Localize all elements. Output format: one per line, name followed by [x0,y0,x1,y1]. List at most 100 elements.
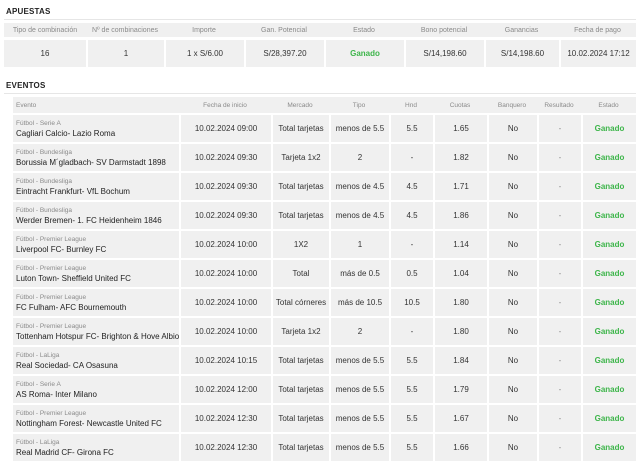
header-fecha-inicio: Fecha de inicio [203,101,247,109]
event-league: Fútbol - Bundesliga [16,206,73,214]
cell-mercado: Total tarjetas [271,347,329,374]
cell-hnd: 4.5 [389,173,433,200]
table-row: Fútbol - Premier League Nottingham Fores… [13,405,636,432]
cell-banquero: No [487,173,537,200]
table-row: Fútbol - Bundesliga Werder Bremen- 1. FC… [13,202,636,229]
cell-hnd: 5.5 [389,434,433,461]
cell-fecha-inicio: 10.02.2024 12:30 [179,434,271,461]
cell-cuota: 1.67 [433,405,487,432]
cell-tipo: más de 10.5 [329,289,389,316]
table-row: Fútbol - LaLiga Real Madrid CF- Girona F… [13,434,636,461]
cell-cuota: 1.71 [433,173,487,200]
cell-cuota: 1.66 [433,434,487,461]
header-tipo: Tipo [352,101,366,109]
cell-fecha-inicio: 10.02.2024 10:00 [179,260,271,287]
event-teams: Nottingham Forest- Newcastle United FC [16,418,162,428]
cell-cuota: 1.14 [433,231,487,258]
cell-cuota: 1.79 [433,376,487,403]
table-row: Fútbol - Premier League Tottenham Hotspu… [13,318,636,345]
cell-num-combinaciones: 1 [86,40,164,67]
cell-estado-badge: Ganado [324,40,404,67]
cell-mercado: Total [271,260,329,287]
cell-estado-badge: Ganado [581,144,636,171]
cell-evento: Fútbol - Premier League FC Fulham- AFC B… [13,289,179,316]
eventos-body: Fútbol - Serie A Cagliari Calcio- Lazio … [13,115,636,461]
cell-mercado: Total tarjetas [271,115,329,142]
event-teams: Werder Bremen- 1. FC Heidenheim 1846 [16,215,162,225]
table-row: Fútbol - Premier League FC Fulham- AFC B… [13,289,636,316]
cell-fecha-inicio: 10.02.2024 10:00 [179,289,271,316]
cell-fecha-inicio: 10.02.2024 09:00 [179,115,271,142]
header-num-combinaciones: Nº de combinaciones [92,26,158,34]
table-row: Fútbol - Premier League Luton Town- Shef… [13,260,636,287]
cell-tipo: 2 [329,318,389,345]
cell-bono-potencial: S/14,198.60 [404,40,484,67]
cell-fecha-inicio: 10.02.2024 09:30 [179,173,271,200]
cell-hnd: 10.5 [389,289,433,316]
header-evento: Evento [16,101,37,109]
cell-resultado: - [537,202,581,229]
cell-estado-badge: Ganado [581,376,636,403]
cell-evento: Fútbol - LaLiga Real Madrid CF- Girona F… [13,434,179,461]
event-league: Fútbol - LaLiga [16,438,60,446]
cell-cuota: 1.84 [433,347,487,374]
cell-mercado: Total tarjetas [271,376,329,403]
event-teams: Luton Town- Sheffield United FC [16,273,131,283]
header-bono-potencial: Bono potencial [420,26,468,34]
cell-mercado: Total tarjetas [271,434,329,461]
apuestas-divider [4,19,636,20]
cell-evento: Fútbol - Premier League Nottingham Fores… [13,405,179,432]
cell-mercado: Total tarjetas [271,173,329,200]
cell-evento: Fútbol - Premier League Tottenham Hotspu… [13,318,179,345]
cell-tipo: menos de 5.5 [329,115,389,142]
cell-evento: Fútbol - Bundesliga Werder Bremen- 1. FC… [13,202,179,229]
cell-hnd: - [389,318,433,345]
cell-resultado: - [537,434,581,461]
cell-tipo: menos de 4.5 [329,173,389,200]
event-teams: Real Sociedad- CA Osasuna [16,360,118,370]
cell-banquero: No [487,231,537,258]
cell-estado-badge: Ganado [581,173,636,200]
cell-banquero: No [487,318,537,345]
cell-estado-badge: Ganado [581,405,636,432]
header-gan-potencial: Gan. Potencial [261,26,307,34]
cell-resultado: - [537,405,581,432]
header-resultado: Resultado [544,101,574,109]
cell-ganancias: S/14,198.60 [484,40,559,67]
cell-estado-badge: Ganado [581,434,636,461]
cell-tipo: menos de 5.5 [329,376,389,403]
header-cuotas: Cuotas [449,101,471,109]
event-teams: Eintracht Frankfurt- VfL Bochum [16,186,130,196]
eventos-divider [4,93,636,94]
event-league: Fútbol - Bundesliga [16,177,73,185]
event-league: Fútbol - Premier League [16,264,87,272]
cell-fecha-inicio: 10.02.2024 12:30 [179,405,271,432]
cell-tipo: 2 [329,144,389,171]
cell-mercado: Total tarjetas [271,202,329,229]
cell-importe: 1 x S/6.00 [164,40,244,67]
cell-gan-potencial: S/28,397.20 [244,40,324,67]
cell-tipo: menos de 5.5 [329,405,389,432]
event-teams: Borussia M´gladbach- SV Darmstadt 1898 [16,157,166,167]
cell-fecha-inicio: 10.02.2024 10:00 [179,318,271,345]
cell-banquero: No [487,289,537,316]
cell-evento: Fútbol - Bundesliga Borussia M´gladbach-… [13,144,179,171]
cell-evento: Fútbol - Serie A AS Roma- Inter Milano [13,376,179,403]
header-fecha-pago: Fecha de pago [574,26,621,34]
cell-resultado: - [537,318,581,345]
event-league: Fútbol - Serie A [16,119,61,127]
cell-resultado: - [537,144,581,171]
table-row: Fútbol - Premier League Liverpool FC- Bu… [13,231,636,258]
event-league: Fútbol - Premier League [16,409,87,417]
header-banquero: Banquero [497,101,527,109]
apuestas-table: Tipo de combinación Nº de combinaciones … [4,23,636,67]
cell-estado-badge: Ganado [581,115,636,142]
cell-resultado: - [537,376,581,403]
cell-banquero: No [487,347,537,374]
cell-hnd: 0.5 [389,260,433,287]
cell-resultado: - [537,347,581,374]
apuesta-row: 16 1 1 x S/6.00 S/28,397.20 Ganado S/14,… [4,40,636,67]
cell-hnd: - [389,231,433,258]
cell-mercado: Total córneres [271,289,329,316]
header-estado: Estado [353,26,375,34]
